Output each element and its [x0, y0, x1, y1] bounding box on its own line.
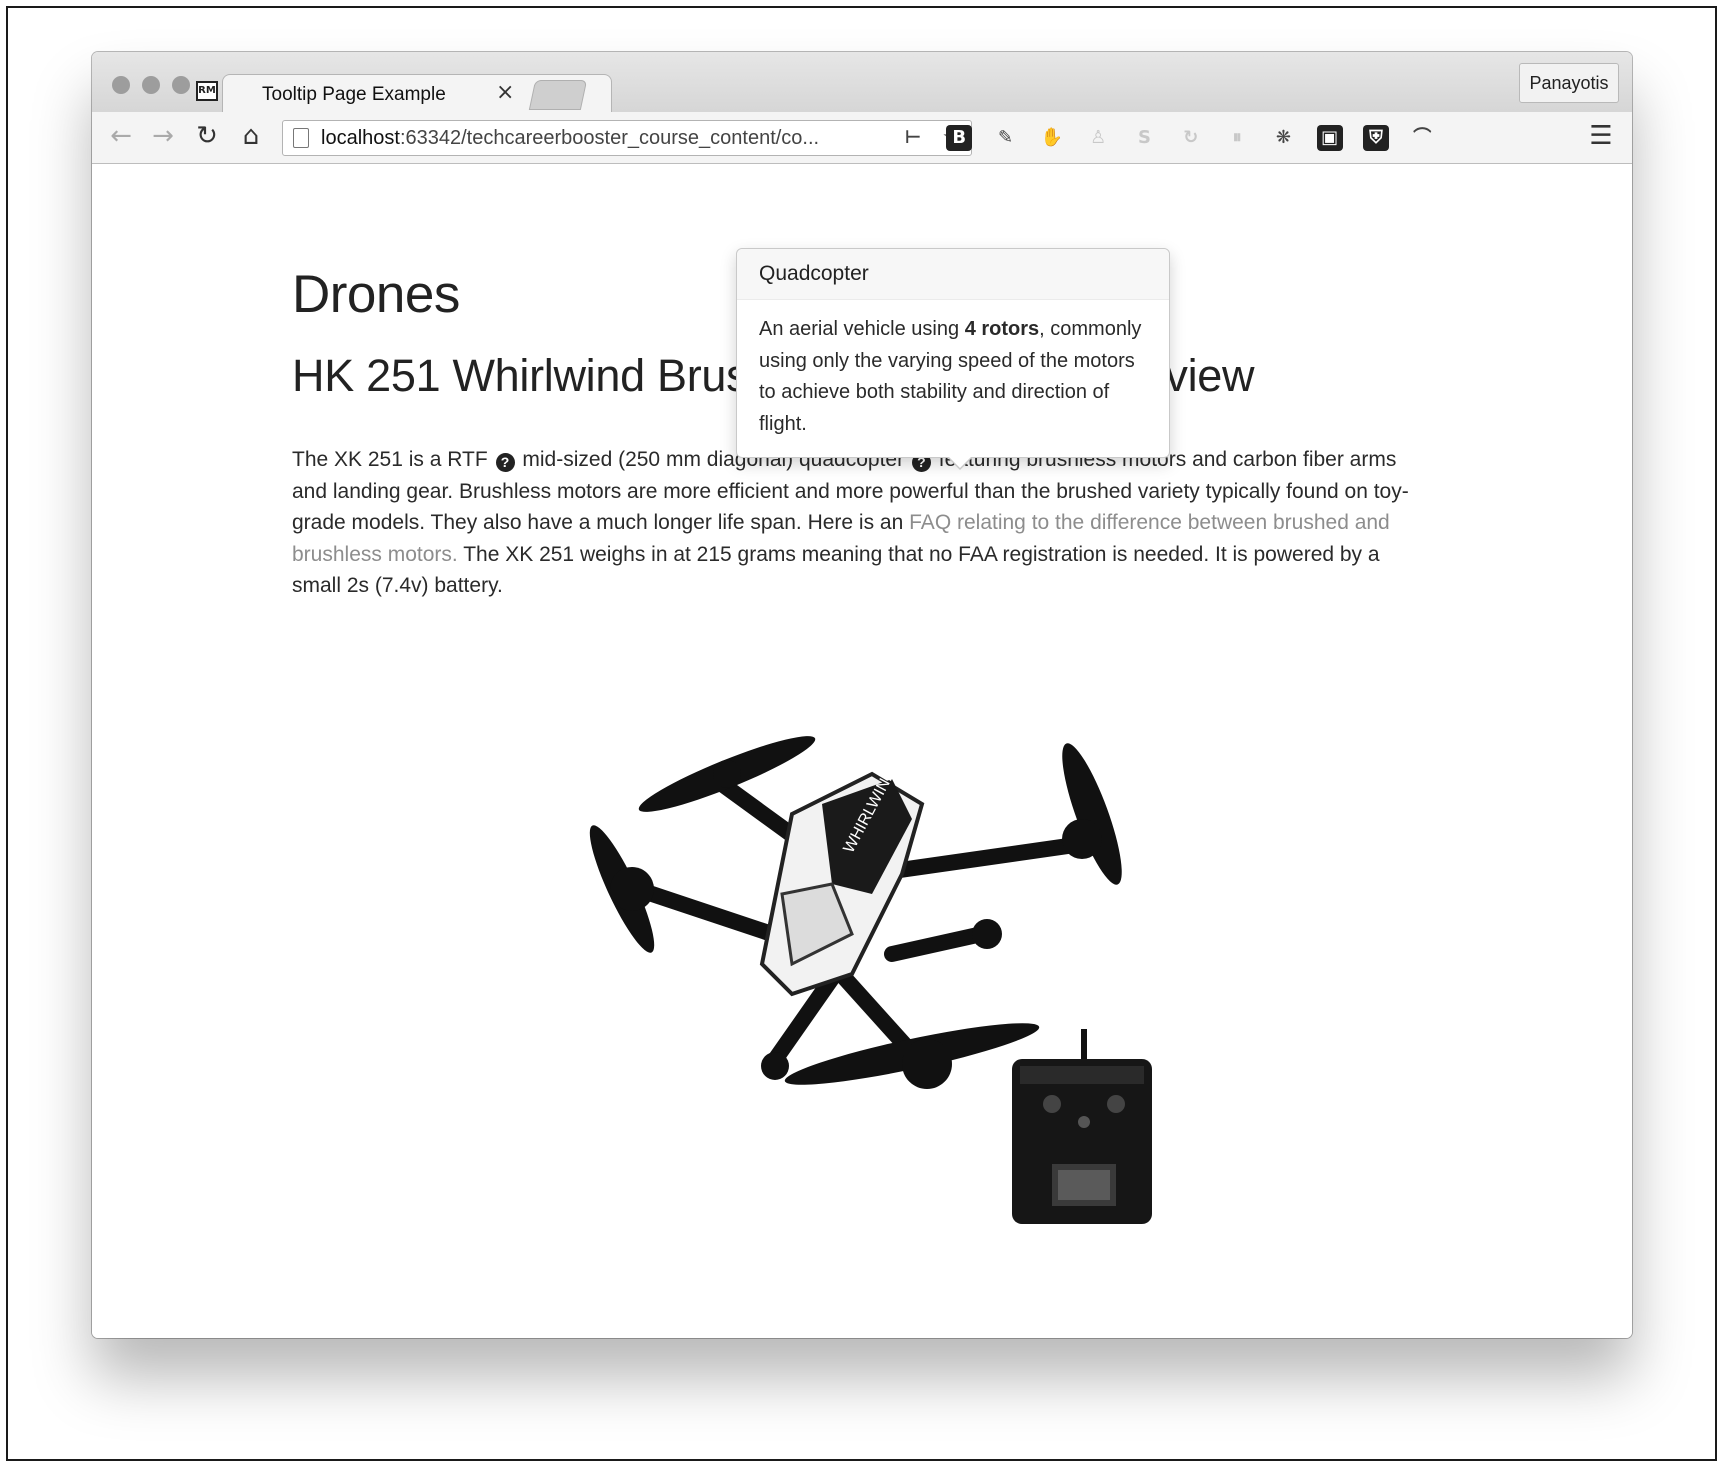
tab-close-icon[interactable]: × — [496, 80, 514, 105]
back-icon[interactable]: ← — [106, 121, 136, 151]
browser-window: RM Tooltip Page Example × Panayotis ← → … — [92, 52, 1632, 1338]
close-window-button[interactable] — [112, 76, 130, 94]
shield-extension-icon[interactable]: ⛨ — [1363, 125, 1389, 151]
person-extension-icon[interactable]: ♙ — [1085, 125, 1111, 151]
popover-bold-text: 4 rotors — [964, 318, 1040, 340]
popover-arrow — [947, 456, 973, 470]
pause-extension-icon[interactable]: ⏸ — [1224, 125, 1250, 151]
drone-image: WHIRLWIND — [589, 736, 1152, 1224]
popover-title: Quadcopter — [737, 249, 1169, 300]
favicon-icon: RM — [196, 81, 218, 101]
address-bar[interactable]: localhost:63342/techcareerbooster_course… — [282, 120, 972, 156]
bookmark-extension-icon[interactable]: ⊢ — [900, 125, 926, 151]
eyedropper-extension-icon[interactable]: ✎ — [993, 125, 1019, 151]
bootstrap-extension-icon[interactable]: B — [946, 125, 973, 151]
paragraph-text-1: The XK 251 is a RTF — [292, 448, 488, 471]
reload-icon[interactable]: ↻ — [192, 121, 222, 151]
settings-extension-icon[interactable]: ❋ — [1270, 125, 1296, 151]
tab-title: Tooltip Page Example — [262, 84, 446, 105]
wing-extension-icon[interactable]: ⌒ — [1409, 125, 1435, 151]
menu-icon[interactable]: ☰ — [1586, 121, 1616, 151]
home-icon[interactable]: ⌂ — [236, 121, 266, 151]
minimize-window-button[interactable] — [142, 76, 160, 94]
browser-toolbar: ← → ↻ ⌂ localhost:63342/techcareerbooste… — [92, 112, 1632, 164]
window-controls — [112, 76, 190, 94]
maximize-window-button[interactable] — [172, 76, 190, 94]
quadcopter-popover: Quadcopter An aerial vehicle using 4 rot… — [736, 248, 1170, 470]
url-text: localhost:63342/techcareerbooster_course… — [321, 127, 819, 150]
page-content: Drones HK 251 Whirlwind Brushless Quadco… — [92, 164, 1632, 1338]
skype-extension-icon[interactable]: S — [1132, 125, 1158, 151]
hand-extension-icon[interactable]: ✋ — [1039, 125, 1065, 151]
page-icon — [293, 128, 309, 148]
popover-text-1: An aerial vehicle using — [759, 318, 960, 340]
review-paragraph: The XK 251 is a RTF ? mid-sized (250 mm … — [292, 444, 1412, 602]
refresh-extension-icon[interactable]: ↻ — [1178, 125, 1204, 151]
url-host: localhost — [321, 127, 400, 149]
url-path: :63342/techcareerbooster_course_content/… — [399, 127, 820, 149]
forward-icon[interactable]: → — [148, 121, 178, 151]
rtf-help-icon[interactable]: ? — [495, 453, 515, 472]
popover-body: An aerial vehicle using 4 rotors, common… — [737, 300, 1169, 440]
profile-button[interactable]: Panayotis — [1519, 63, 1619, 103]
screenshot-extension-icon[interactable]: ▣ — [1316, 125, 1343, 151]
new-tab-button[interactable] — [528, 80, 588, 110]
page-title: Drones — [292, 265, 460, 324]
tab-strip: RM Tooltip Page Example × Panayotis — [92, 52, 1632, 114]
